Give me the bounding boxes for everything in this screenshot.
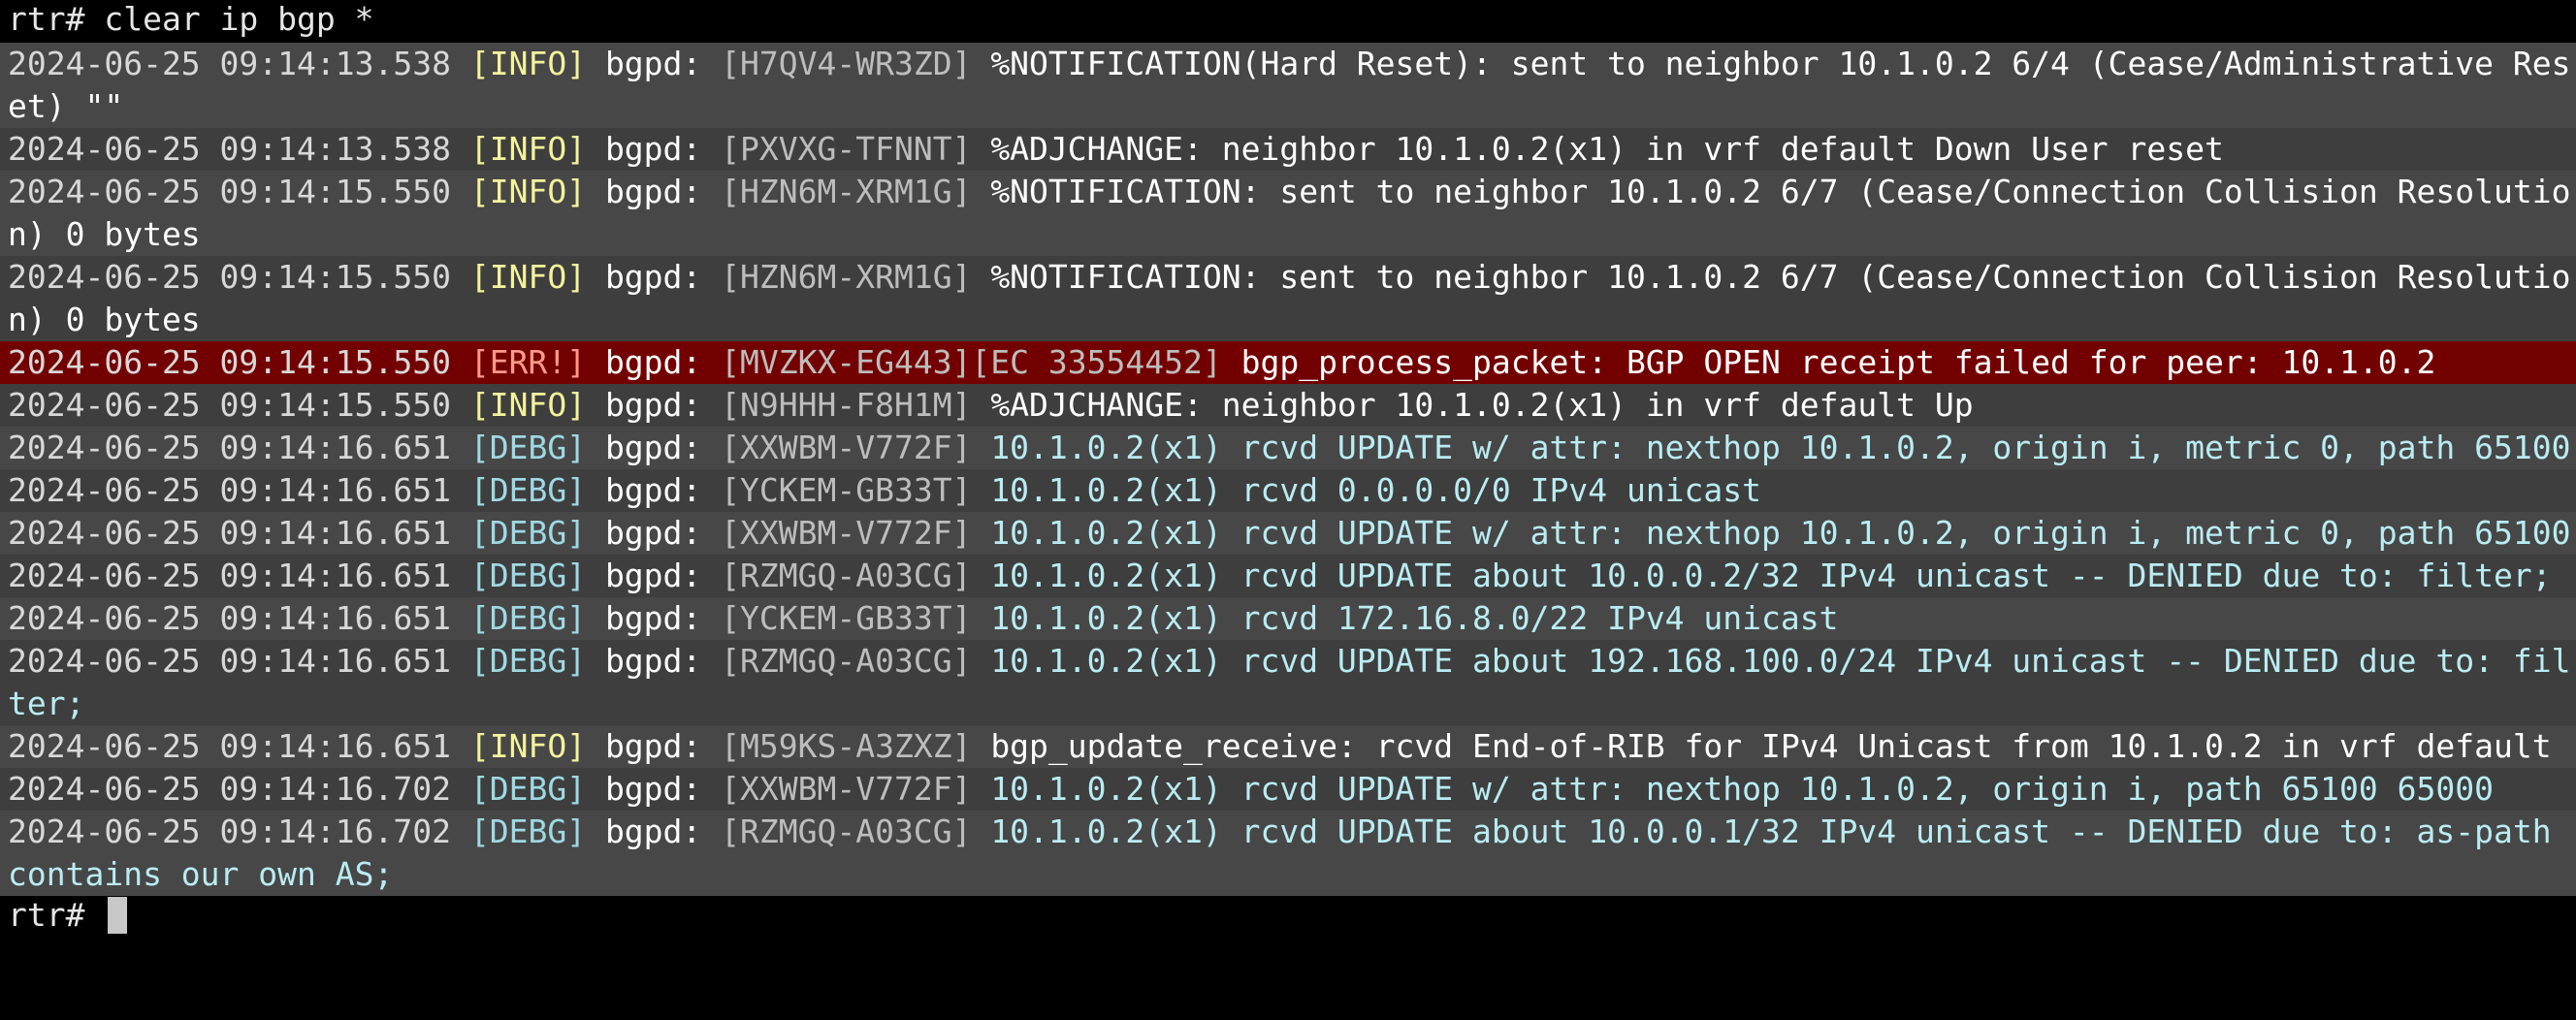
- log-tag: [YCKEM-GB33T]: [721, 471, 972, 509]
- log-level: [INFO]: [469, 130, 587, 168]
- log-daemon: bgpd:: [604, 386, 702, 424]
- log-message: 10.1.0.2(x1) rcvd UPDATE w/ attr: nextho…: [990, 514, 2571, 552]
- log-message: 10.1.0.2(x1) rcvd 0.0.0.0/0 IPv4 unicast: [990, 471, 1762, 509]
- log-tag: [HZN6M-XRM1G]: [721, 258, 972, 296]
- log-entry: 2024-06-25 09:14:16.651 [INFO] bgpd: [M5…: [0, 725, 2576, 768]
- log-daemon: bgpd:: [604, 173, 702, 210]
- log-timestamp: 2024-06-25 09:14:15.550: [8, 258, 451, 296]
- log-timestamp: 2024-06-25 09:14:15.550: [8, 386, 451, 424]
- log-daemon: bgpd:: [604, 514, 702, 552]
- log-daemon: bgpd:: [604, 471, 702, 509]
- log-level: [ERR!]: [469, 343, 587, 381]
- log-timestamp: 2024-06-25 09:14:16.651: [8, 727, 451, 765]
- log-level: [INFO]: [469, 45, 587, 82]
- log-tag: [N9HHH-F8H1M]: [721, 386, 972, 424]
- log-timestamp: 2024-06-25 09:14:13.538: [8, 130, 451, 168]
- log-level: [INFO]: [469, 727, 587, 765]
- log-entry: 2024-06-25 09:14:16.651 [DEBG] bgpd: [RZ…: [0, 555, 2576, 597]
- log-timestamp: 2024-06-25 09:14:15.550: [8, 343, 451, 381]
- log-entry: 2024-06-25 09:14:16.651 [DEBG] bgpd: [RZ…: [0, 640, 2576, 725]
- log-message: 10.1.0.2(x1) rcvd 172.16.8.0/22 IPv4 uni…: [990, 599, 1839, 637]
- log-message: 10.1.0.2(x1) rcvd UPDATE about 10.0.0.2/…: [990, 557, 2552, 594]
- log-tag: [RZMGQ-A03CG]: [721, 642, 972, 680]
- log-entry: 2024-06-25 09:14:16.651 [DEBG] bgpd: [XX…: [0, 512, 2576, 555]
- log-tag: [XXWBM-V772F]: [721, 770, 972, 808]
- log-tag: [RZMGQ-A03CG]: [721, 813, 972, 850]
- log-entry: 2024-06-25 09:14:13.538 [INFO] bgpd: [PX…: [0, 128, 2576, 171]
- log-timestamp: 2024-06-25 09:14:16.702: [8, 813, 451, 850]
- log-entry: 2024-06-25 09:14:16.651 [DEBG] bgpd: [YC…: [0, 469, 2576, 512]
- log-timestamp: 2024-06-25 09:14:16.702: [8, 770, 451, 808]
- log-level: [DEBG]: [469, 429, 587, 466]
- log-message: bgp_update_receive: rcvd End-of-RIB for …: [990, 727, 2552, 765]
- log-message: 10.1.0.2(x1) rcvd UPDATE w/ attr: nextho…: [990, 429, 2571, 466]
- log-tag: [XXWBM-V772F]: [721, 429, 972, 466]
- command-text: clear ip bgp *: [104, 0, 374, 38]
- log-level: [INFO]: [469, 258, 587, 296]
- log-level: [DEBG]: [469, 471, 587, 509]
- log-daemon: bgpd:: [604, 727, 702, 765]
- log-entry: 2024-06-25 09:14:15.550 [INFO] bgpd: [HZ…: [0, 256, 2576, 341]
- log-daemon: bgpd:: [604, 770, 702, 808]
- log-entry: 2024-06-25 09:14:16.651 [DEBG] bgpd: [XX…: [0, 427, 2576, 469]
- log-message: bgp_process_packet: BGP OPEN receipt fai…: [1240, 343, 2436, 381]
- log-daemon: bgpd:: [604, 130, 702, 168]
- log-level: [DEBG]: [469, 813, 587, 850]
- log-tag: [XXWBM-V772F]: [721, 514, 972, 552]
- log-level: [INFO]: [469, 173, 587, 210]
- command-line: rtr# clear ip bgp *: [0, 0, 2576, 43]
- log-daemon: bgpd:: [604, 429, 702, 466]
- log-entry: 2024-06-25 09:14:13.538 [INFO] bgpd: [H7…: [0, 43, 2576, 128]
- log-tag: [MVZKX-EG443][EC 33554452]: [721, 343, 1222, 381]
- log-level: [DEBG]: [469, 770, 587, 808]
- log-entry: 2024-06-25 09:14:15.550 [INFO] bgpd: [HZ…: [0, 171, 2576, 256]
- log-daemon: bgpd:: [604, 813, 702, 850]
- log-timestamp: 2024-06-25 09:14:16.651: [8, 514, 451, 552]
- log-entry: 2024-06-25 09:14:16.702 [DEBG] bgpd: [XX…: [0, 768, 2576, 811]
- log-level: [DEBG]: [469, 514, 587, 552]
- log-message: %ADJCHANGE: neighbor 10.1.0.2(x1) in vrf…: [990, 386, 1974, 424]
- log-daemon: bgpd:: [604, 343, 702, 381]
- log-tag: [HZN6M-XRM1G]: [721, 173, 972, 210]
- log-timestamp: 2024-06-25 09:14:16.651: [8, 429, 451, 466]
- command-prompt: rtr#: [8, 0, 85, 38]
- log-entry: 2024-06-25 09:14:16.651 [DEBG] bgpd: [YC…: [0, 597, 2576, 640]
- log-level: [DEBG]: [469, 557, 587, 594]
- log-tag: [H7QV4-WR3ZD]: [721, 45, 972, 82]
- log-tag: [RZMGQ-A03CG]: [721, 557, 972, 594]
- log-timestamp: 2024-06-25 09:14:15.550: [8, 173, 451, 210]
- log-entry-error: 2024-06-25 09:14:15.550 [ERR!] bgpd: [MV…: [0, 341, 2576, 384]
- log-timestamp: 2024-06-25 09:14:13.538: [8, 45, 451, 82]
- log-entry: 2024-06-25 09:14:16.702 [DEBG] bgpd: [RZ…: [0, 811, 2576, 896]
- log-level: [DEBG]: [469, 599, 587, 637]
- log-message: %ADJCHANGE: neighbor 10.1.0.2(x1) in vrf…: [990, 130, 2224, 168]
- log-tag: [YCKEM-GB33T]: [721, 599, 972, 637]
- log-tag: [M59KS-A3ZXZ]: [721, 727, 972, 765]
- log-output: 2024-06-25 09:14:13.538 [INFO] bgpd: [H7…: [0, 43, 2576, 896]
- log-daemon: bgpd:: [604, 642, 702, 680]
- input-line[interactable]: rtr#: [0, 896, 2576, 939]
- log-tag: [PXVXG-TFNNT]: [721, 130, 972, 168]
- log-daemon: bgpd:: [604, 258, 702, 296]
- final-prompt: rtr#: [8, 896, 85, 934]
- log-timestamp: 2024-06-25 09:14:16.651: [8, 642, 451, 680]
- terminal-window[interactable]: rtr# clear ip bgp * 2024-06-25 09:14:13.…: [0, 0, 2576, 1020]
- log-timestamp: 2024-06-25 09:14:16.651: [8, 599, 451, 637]
- log-entry: 2024-06-25 09:14:15.550 [INFO] bgpd: [N9…: [0, 384, 2576, 427]
- log-daemon: bgpd:: [604, 557, 702, 594]
- log-timestamp: 2024-06-25 09:14:16.651: [8, 557, 451, 594]
- log-timestamp: 2024-06-25 09:14:16.651: [8, 471, 451, 509]
- log-level: [DEBG]: [469, 642, 587, 680]
- log-level: [INFO]: [469, 386, 587, 424]
- log-daemon: bgpd:: [604, 599, 702, 637]
- text-cursor: [108, 897, 128, 934]
- log-daemon: bgpd:: [604, 45, 702, 82]
- log-message: 10.1.0.2(x1) rcvd UPDATE w/ attr: nextho…: [990, 770, 2494, 808]
